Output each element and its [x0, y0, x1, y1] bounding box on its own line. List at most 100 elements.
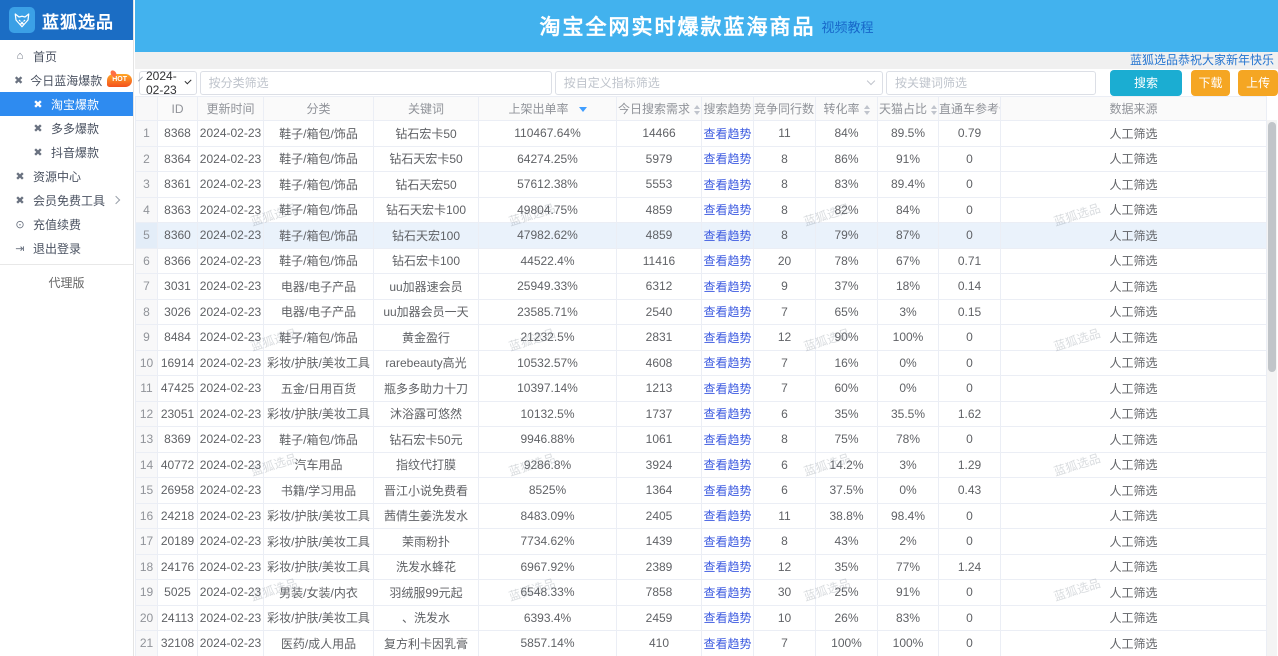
- sidebar-item-resource-center[interactable]: ✖资源中心: [0, 164, 133, 188]
- column-header-label: 搜索趋势: [703, 102, 751, 116]
- column-header[interactable]: 竞争同行数: [754, 97, 816, 121]
- cell-listing-rate: 49804.75%: [479, 197, 617, 223]
- scrollbar-thumb[interactable]: [1268, 122, 1276, 372]
- table-row[interactable]: 830262024-02-23电器/电子产品uu加器会员一天23585.71%2…: [136, 299, 1267, 325]
- cell-row-number: 2: [136, 146, 158, 172]
- column-header[interactable]: 天猫占比: [878, 97, 939, 121]
- fox-logo-icon: [9, 7, 35, 33]
- view-trend-link[interactable]: 查看趋势: [703, 637, 751, 651]
- cell-tmall-share: 87%: [878, 223, 939, 249]
- view-trend-link[interactable]: 查看趋势: [703, 433, 751, 447]
- view-trend-link[interactable]: 查看趋势: [703, 382, 751, 396]
- cell-category: 鞋子/箱包/饰品: [264, 172, 374, 198]
- cell-conversion-rate: 65%: [816, 299, 878, 325]
- view-trend-link[interactable]: 查看趋势: [703, 484, 751, 498]
- cell-competitors: 6: [754, 478, 816, 504]
- sort-toggle-icon[interactable]: [931, 105, 937, 115]
- sidebar-item-taobao-hot[interactable]: ✖淘宝爆款: [0, 92, 133, 116]
- view-trend-link[interactable]: 查看趋势: [703, 229, 751, 243]
- cell-search-demand: 4859: [617, 197, 702, 223]
- sidebar-item-today-hot[interactable]: ✖今日蓝海爆款HOT: [0, 68, 133, 92]
- view-trend-link[interactable]: 查看趋势: [703, 203, 751, 217]
- cell-keyword: 晋江小说免费看: [374, 478, 479, 504]
- table-row[interactable]: 1950252024-02-23男装/女装/内衣羽绒服99元起6548.33%7…: [136, 580, 1267, 606]
- view-trend-link[interactable]: 查看趋势: [703, 509, 751, 523]
- column-header[interactable]: 转化率: [816, 97, 878, 121]
- column-header[interactable]: 上架出单率: [479, 97, 617, 121]
- column-header: 关键词: [374, 97, 479, 121]
- column-header[interactable]: 直通车参考价: [939, 97, 1001, 121]
- cell-competitors: 7: [754, 299, 816, 325]
- keyword-filter-input[interactable]: [886, 71, 1096, 95]
- view-trend-link[interactable]: 查看趋势: [703, 560, 751, 574]
- sidebar-item-duoduo-hot[interactable]: ✖多多爆款: [0, 116, 133, 140]
- column-header-rownum: [136, 97, 158, 121]
- cell-competitors: 10: [754, 605, 816, 631]
- table-row[interactable]: 10169142024-02-23彩妆/护肤/美妆工具rarebeauty高光1…: [136, 350, 1267, 376]
- cell-row-number: 13: [136, 427, 158, 453]
- column-header: 数据来源: [1001, 97, 1267, 121]
- sort-toggle-icon[interactable]: [864, 105, 870, 115]
- date-select[interactable]: 2024-02-23: [139, 71, 197, 95]
- cell-keyword: 钻石天宏100: [374, 223, 479, 249]
- sort-toggle-icon[interactable]: [694, 105, 700, 115]
- table-row[interactable]: 283642024-02-23鞋子/箱包/饰品钻石天宏卡5064274.25%5…: [136, 146, 1267, 172]
- cell-keyword: uu加器会员一天: [374, 299, 479, 325]
- table-row[interactable]: 1383692024-02-23鞋子/箱包/饰品钻石宏卡50元9946.88%1…: [136, 427, 1267, 453]
- search-button[interactable]: 搜索: [1110, 70, 1181, 96]
- table-row[interactable]: 14407722024-02-23汽车用品指纹代打膜9286.8%3924查看趋…: [136, 452, 1267, 478]
- table-row[interactable]: 984842024-02-23鞋子/箱包/饰品黄金盈行21232.5%2831查…: [136, 325, 1267, 351]
- view-trend-link[interactable]: 查看趋势: [703, 178, 751, 192]
- sidebar-item-home[interactable]: ⌂首页: [0, 44, 133, 68]
- table-row[interactable]: 21321082024-02-23医药/成人用品复方利卡因乳膏5857.14%4…: [136, 631, 1267, 656]
- cell-tmall-share: 3%: [878, 452, 939, 478]
- column-header[interactable]: 今日搜索需求: [617, 97, 702, 121]
- sort-desc-active-icon[interactable]: [579, 107, 587, 112]
- indicator-filter-select[interactable]: 按自定义指标筛选: [555, 71, 883, 95]
- view-trend-link[interactable]: 查看趋势: [703, 254, 751, 268]
- video-tutorial-link[interactable]: 视频教程: [821, 17, 873, 36]
- sidebar-item-douyin-hot[interactable]: ✖抖音爆款: [0, 140, 133, 164]
- cell-ppc-reference: 1.62: [939, 401, 1001, 427]
- sidebar-item-member-free-tools[interactable]: ✖会员免费工具: [0, 188, 133, 212]
- table-row[interactable]: 12230512024-02-23彩妆/护肤/美妆工具沐浴露可悠然10132.5…: [136, 401, 1267, 427]
- cell-tmall-share: 78%: [878, 427, 939, 453]
- table-row[interactable]: 17201892024-02-23彩妆/护肤/美妆工具茉雨粉扑7734.62%1…: [136, 529, 1267, 555]
- view-trend-link[interactable]: 查看趋势: [703, 535, 751, 549]
- view-trend-link[interactable]: 查看趋势: [703, 407, 751, 421]
- sidebar-item-logout[interactable]: ⇥退出登录: [0, 236, 133, 260]
- cell-keyword: uu加器速会员: [374, 274, 479, 300]
- table-row[interactable]: 16242182024-02-23彩妆/护肤/美妆工具茜倩生姜洗发水8483.0…: [136, 503, 1267, 529]
- cell-update-date: 2024-02-23: [198, 325, 264, 351]
- vertical-scrollbar[interactable]: [1267, 120, 1277, 656]
- view-trend-link[interactable]: 查看趋势: [703, 280, 751, 294]
- table-row[interactable]: 20241132024-02-23彩妆/护肤/美妆工具、洗发水6393.4%24…: [136, 605, 1267, 631]
- sidebar-item-recharge[interactable]: ⊙充值续费: [0, 212, 133, 236]
- table-body: 183682024-02-23鞋子/箱包/饰品钻石宏卡50110467.64%1…: [136, 121, 1267, 656]
- cell-competitors: 7: [754, 631, 816, 656]
- table-row[interactable]: 15269582024-02-23书籍/学习用品晋江小说免费看8525%1364…: [136, 478, 1267, 504]
- cell-id: 16914: [158, 350, 198, 376]
- view-trend-link[interactable]: 查看趋势: [703, 305, 751, 319]
- table-row[interactable]: 18241762024-02-23彩妆/护肤/美妆工具洗发水蜂花6967.92%…: [136, 554, 1267, 580]
- view-trend-link[interactable]: 查看趋势: [703, 331, 751, 345]
- cell-data-source: 人工筛选: [1001, 452, 1267, 478]
- table-row[interactable]: 11474252024-02-23五金/日用百货瓶多多助力十刀10397.14%…: [136, 376, 1267, 402]
- cell-competitors: 11: [754, 121, 816, 147]
- table-row[interactable]: 583602024-02-23鞋子/箱包/饰品钻石天宏10047982.62%4…: [136, 223, 1267, 249]
- category-filter-input[interactable]: [200, 71, 552, 95]
- table-row[interactable]: 730312024-02-23电器/电子产品uu加器速会员25949.33%63…: [136, 274, 1267, 300]
- upload-button[interactable]: 上传: [1238, 70, 1278, 96]
- download-button[interactable]: 下载: [1191, 70, 1231, 96]
- table-row[interactable]: 183682024-02-23鞋子/箱包/饰品钻石宏卡50110467.64%1…: [136, 121, 1267, 147]
- table-row[interactable]: 383612024-02-23鞋子/箱包/饰品钻石天宏5057612.38%55…: [136, 172, 1267, 198]
- view-trend-link[interactable]: 查看趋势: [703, 152, 751, 166]
- table-row[interactable]: 683662024-02-23鞋子/箱包/饰品钻石宏卡10044522.4%11…: [136, 248, 1267, 274]
- view-trend-link[interactable]: 查看趋势: [703, 611, 751, 625]
- view-trend-link[interactable]: 查看趋势: [703, 458, 751, 472]
- table-row[interactable]: 483632024-02-23鞋子/箱包/饰品钻石天宏卡10049804.75%…: [136, 197, 1267, 223]
- view-trend-link[interactable]: 查看趋势: [703, 586, 751, 600]
- chevron-down-icon: [185, 77, 192, 84]
- view-trend-link[interactable]: 查看趋势: [703, 127, 751, 141]
- view-trend-link[interactable]: 查看趋势: [703, 356, 751, 370]
